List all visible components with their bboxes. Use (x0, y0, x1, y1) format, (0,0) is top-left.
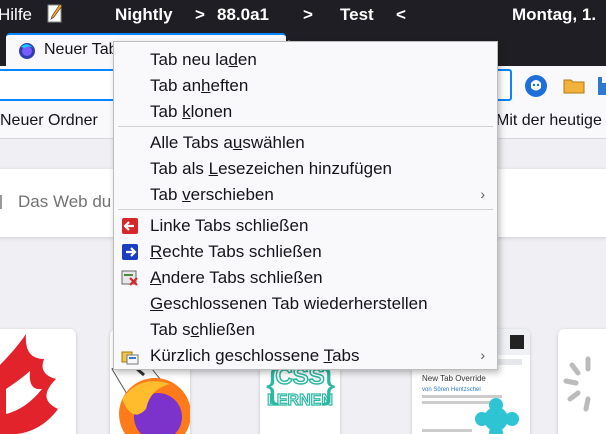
chevron-right-icon: › (480, 186, 485, 202)
title-sep-3: < (396, 5, 406, 24)
top-site-tile[interactable] (0, 329, 76, 434)
menu-item-duplicate-tab[interactable]: Tab klonen (114, 99, 497, 125)
menu-separator (118, 209, 493, 210)
title-profile: Test (340, 5, 374, 24)
arrow-right-blue-icon (121, 243, 139, 261)
arrow-left-red-icon (121, 217, 139, 235)
red-logo-icon (0, 334, 58, 434)
override-title: New Tab Override (422, 374, 486, 383)
recently-closed-tabs-icon (121, 347, 139, 365)
menu-item-close-left-tabs[interactable]: Linke Tabs schließen (114, 213, 497, 239)
title-sep-2: > (303, 5, 313, 24)
title-date: Montag, 1. (512, 5, 597, 24)
menu-item-pin-tab[interactable]: Tab anheften (114, 73, 497, 99)
menu-item-recently-closed-tabs[interactable]: Kürzlich geschlossene Tabs › (114, 343, 497, 369)
search-placeholder: Das Web du (18, 192, 112, 211)
firefox-nightly-icon (18, 42, 36, 60)
loading-tile[interactable] (558, 329, 606, 434)
save-icon[interactable] (596, 74, 606, 98)
github-icon[interactable] (524, 74, 548, 98)
notepad-icon (46, 2, 64, 24)
menu-item-move-tab[interactable]: Tab verschieben › (114, 182, 497, 208)
menu-item-close-tab[interactable]: Tab schließen (114, 317, 497, 343)
menu-hilfe[interactable]: Hilfe (0, 5, 32, 25)
tab-title: Neuer Tab (44, 41, 118, 58)
loading-spinner-icon (563, 356, 591, 412)
title-bar: Hilfe Nightly > 88.0a1 > Test < Montag, … (0, 0, 606, 30)
menu-item-reload-tab[interactable]: Tab neu laden (114, 47, 497, 73)
chevron-right-icon: › (480, 347, 485, 363)
search-box-edge (0, 195, 2, 209)
folder-icon[interactable] (562, 74, 586, 98)
title-sep-1: > (195, 5, 205, 24)
bookmark-heutige[interactable]: Mit der heutige (496, 112, 602, 130)
menu-item-close-other-tabs[interactable]: Andere Tabs schließen (114, 265, 497, 291)
tab-context-menu: Tab neu laden Tab anheften Tab klonen Al… (113, 41, 498, 370)
override-author: von Sören Hentzschel (422, 387, 481, 393)
menu-item-restore-closed-tab[interactable]: Geschlossenen Tab wiederherstellen (114, 291, 497, 317)
bookmark-folder-neuer-ordner[interactable]: Neuer Ordner (0, 112, 98, 130)
title-version: 88.0a1 (217, 5, 269, 24)
menu-item-bookmark-tab[interactable]: Tab als Lesezeichen hinzufügen (114, 156, 497, 182)
close-other-tabs-icon (121, 269, 139, 287)
menu-item-close-right-tabs[interactable]: Rechte Tabs schließen (114, 239, 497, 265)
title-app: Nightly (115, 5, 173, 24)
menu-item-select-all-tabs[interactable]: Alle Tabs auswählen (114, 130, 497, 156)
menu-separator (118, 126, 493, 127)
